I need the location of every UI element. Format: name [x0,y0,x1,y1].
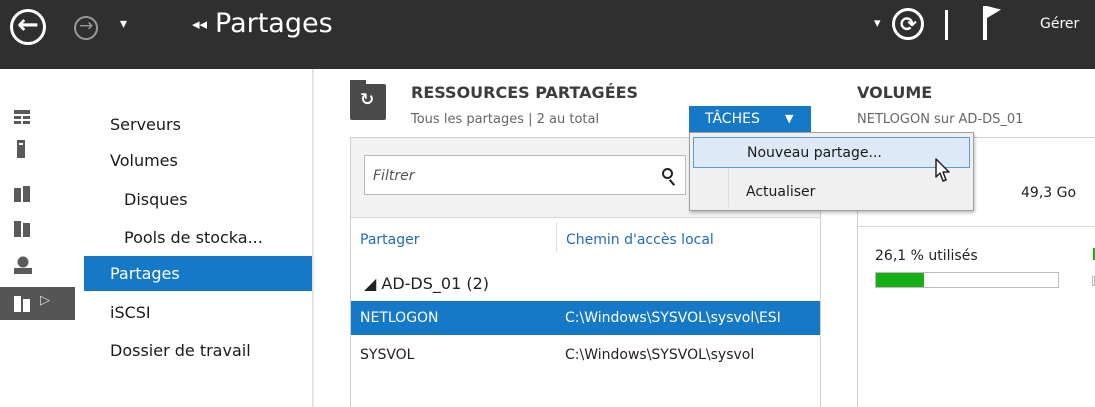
sidebar-nav: Serveurs Volumes Disques Pools de stocka… [84,69,312,407]
share-name-cell: SYSVOL [360,347,415,363]
back-button[interactable]: ← [10,9,46,45]
toolbar-divider [945,10,948,40]
local-server-icon[interactable] [17,140,25,158]
volume-subtitle: NETLOGON sur AD-DS_01 [857,112,1024,127]
column-header-share[interactable]: Partager [360,232,419,248]
volume-header: VOLUME NETLOGON sur AD-DS_01 [857,83,1095,133]
manage-menu[interactable]: Gérer [1040,16,1079,32]
expand-arrow-icon[interactable]: ▷ [40,293,50,308]
shares-title: RESSOURCES PARTAGÉES [411,83,639,102]
volume-capacity: 49,3 Go [1021,185,1077,201]
shares-folder-icon: ↻ [350,80,386,120]
all-servers-icon[interactable] [14,186,30,202]
search-icon[interactable] [662,168,673,179]
nav-divider [312,69,314,407]
sidebar-item-disks[interactable]: Disques [84,182,312,217]
volume-usage-bar [875,272,1059,288]
sidebar-item-volumes[interactable]: Volumes [84,143,312,178]
file-storage-icon [14,296,30,312]
filter-input[interactable]: Filtrer [364,155,686,195]
filter-placeholder: Filtrer [373,168,415,184]
page-title: Partages [215,8,333,39]
column-divider [556,222,557,252]
sidebar-item-iscsi[interactable]: iSCSI [84,295,312,330]
menu-item-refresh[interactable]: Actualiser [693,177,970,208]
tasks-label: TÂCHES [705,111,760,127]
icon-rail: ▷ [0,69,75,407]
file-storage-rail-item[interactable]: ▷ [0,287,75,320]
sidebar-item-work-folders[interactable]: Dossier de travail [84,333,312,368]
table-row[interactable]: NETLOGON C:\Windows\SYSVOL\sysvol\ESI [351,301,820,335]
sidebar-item-servers[interactable]: Serveurs [84,107,312,142]
refresh-button[interactable]: ⟳ [892,8,924,40]
table-row[interactable]: SYSVOL C:\Windows\SYSVOL\sysvol [351,338,820,372]
breadcrumb-chevron-icon[interactable]: ◂◂ [192,15,207,33]
sidebar-item-storage-pools[interactable]: Pools de stocka... [84,220,312,255]
back-arrow-icon: ← [17,10,39,40]
volume-title: VOLUME [857,83,933,102]
shares-subtitle: Tous les partages | 2 au total [411,112,600,127]
top-bar: ← → ▾ ◂◂ Partages ▾ ⟳ Gérer [0,0,1095,69]
mouse-pointer-icon [935,158,950,182]
column-header-local-path[interactable]: Chemin d'accès local [566,232,714,248]
notifications-flag-icon[interactable] [983,6,987,40]
dashboard-icon[interactable] [14,110,30,126]
share-path-cell: C:\Windows\SYSVOL\sysvol\ESI [565,310,781,326]
volume-usage-fill [876,273,924,287]
volume-divider [857,226,1095,227]
refresh-icon: ⟳ [900,12,917,36]
file-services-icon[interactable] [14,221,30,237]
forward-arrow-icon: → [79,16,94,36]
users-icon[interactable] [14,256,32,274]
tasks-button[interactable]: TÂCHES ▼ [689,106,811,132]
sidebar-item-shares[interactable]: Partages [84,256,312,291]
share-name-cell: NETLOGON [360,310,439,326]
forward-button[interactable]: → [74,16,98,40]
history-dropdown-icon[interactable]: ▾ [120,16,127,32]
refresh-dropdown-icon[interactable]: ▾ [874,16,881,31]
caret-down-icon: ▼ [785,112,794,125]
server-group-header[interactable]: ◢ AD-DS_01 (2) [364,274,489,293]
share-path-cell: C:\Windows\SYSVOL\sysvol [565,347,755,363]
volume-used-label: 26,1 % utilisés [875,248,978,264]
menu-item-new-share[interactable]: Nouveau partage... [693,137,970,168]
